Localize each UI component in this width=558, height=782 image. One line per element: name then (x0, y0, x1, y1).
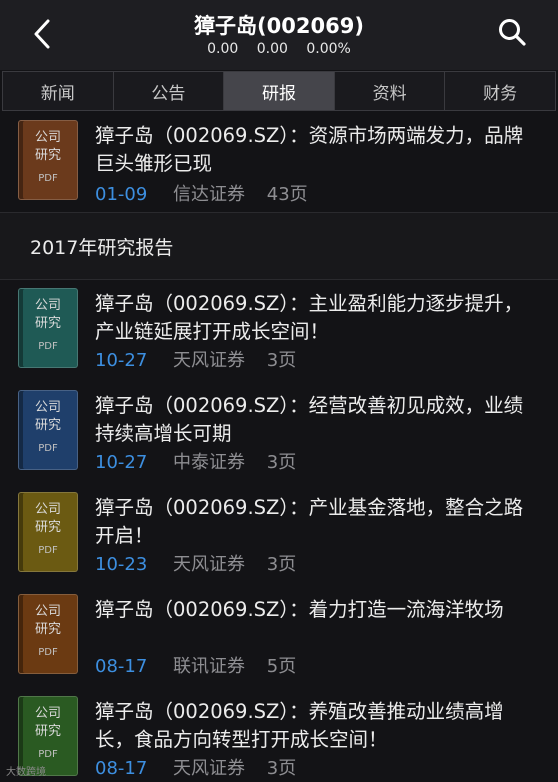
section-title: 2017年研究报告 (30, 237, 174, 259)
report-pages: 3页 (266, 758, 297, 779)
report-pages: 3页 (266, 452, 297, 473)
pdf-report-icon: 公司 研究 PDF (18, 288, 78, 368)
page-title: 獐子岛(002069) (194, 14, 364, 38)
report-pages: 43页 (266, 184, 308, 205)
report-pages: 5页 (266, 656, 297, 677)
search-button[interactable] (494, 14, 530, 50)
watermark-text: 大数跨境 (6, 767, 46, 778)
report-meta: 08-17 联讯证券 5页 (95, 652, 296, 678)
report-item[interactable]: 公司 研究 PDF 獐子岛（002069.SZ）：主业盈利能力逐步提升，产业链延… (0, 282, 558, 382)
report-item[interactable]: 公司 研究 PDF 獐子岛（002069.SZ）：养殖改善推动业绩高增长，食品方… (0, 690, 558, 782)
report-title: 獐子岛（002069.SZ）：着力打造一流海洋牧场 (95, 598, 504, 621)
report-item[interactable]: 公司 研究 PDF 獐子岛（002069.SZ）：经营改善初见成效，业绩持续高增… (0, 384, 558, 484)
report-item[interactable]: 公司 研究 PDF 獐子岛（002069.SZ）：着力打造一流海洋牧场 08-1… (0, 588, 558, 688)
pdf-report-icon: 公司 研究 PDF (18, 120, 78, 200)
change-value: 0.00 (256, 41, 288, 57)
change-pct-value: 0.00% (306, 41, 351, 57)
report-item[interactable]: 公司 研究 PDF 獐子岛（002069.SZ）：资源市场两端发力，品牌巨头雏形… (0, 112, 558, 212)
tab-research[interactable]: 研报 (224, 72, 335, 110)
report-date: 10-27 (95, 452, 148, 473)
report-broker: 联讯证券 (173, 656, 246, 677)
tab-financials[interactable]: 财务 (445, 72, 555, 110)
report-item[interactable]: 公司 研究 PDF 獐子岛（002069.SZ）：产业基金落地，整合之路开启！ … (0, 486, 558, 586)
search-icon (499, 19, 526, 46)
tab-news[interactable]: 新闻 (3, 72, 114, 110)
report-broker: 中泰证券 (173, 452, 246, 473)
report-broker: 天风证券 (173, 350, 246, 371)
pdf-report-icon: 公司 研究 PDF (18, 492, 78, 572)
report-date: 10-23 (95, 554, 148, 575)
report-broker: 信达证券 (173, 184, 246, 205)
report-date: 10-27 (95, 350, 148, 371)
report-meta: 01-09 信达证券 43页 (95, 180, 308, 206)
report-pages: 3页 (266, 350, 297, 371)
section-header: 2017年研究报告 (0, 212, 558, 280)
quote-summary: 0.00 0.00 0.00% (0, 41, 558, 57)
report-meta: 10-27 中泰证券 3页 (95, 448, 296, 474)
report-title: 獐子岛（002069.SZ）：产业基金落地，整合之路开启！ (95, 496, 524, 547)
tab-bar: 新闻 公告 研报 资料 财务 (2, 71, 556, 111)
report-date: 08-17 (95, 758, 148, 779)
price-value: 0.00 (207, 41, 239, 57)
tab-profile[interactable]: 资料 (335, 72, 446, 110)
report-title: 獐子岛（002069.SZ）：资源市场两端发力，品牌巨头雏形已现 (95, 124, 524, 175)
report-title: 獐子岛（002069.SZ）：经营改善初见成效，业绩持续高增长可期 (95, 394, 524, 445)
report-date: 08-17 (95, 656, 148, 677)
report-title: 獐子岛（002069.SZ）：养殖改善推动业绩高增长，食品方向转型打开成长空间！ (95, 700, 504, 751)
report-meta: 08-17 天风证券 3页 (95, 754, 296, 780)
pdf-report-icon: 公司 研究 PDF (18, 390, 78, 470)
pdf-report-icon: 公司 研究 PDF (18, 594, 78, 674)
report-title: 獐子岛（002069.SZ）：主业盈利能力逐步提升，产业链延展打开成长空间！ (95, 292, 524, 343)
report-meta: 10-23 天风证券 3页 (95, 550, 296, 576)
report-broker: 天风证券 (173, 554, 246, 575)
header-bar: 獐子岛(002069) 0.00 0.00 0.00% (0, 0, 558, 70)
report-pages: 3页 (266, 554, 297, 575)
tab-announcements[interactable]: 公告 (114, 72, 225, 110)
report-broker: 天风证券 (173, 758, 246, 779)
report-meta: 10-27 天风证券 3页 (95, 346, 296, 372)
report-date: 01-09 (95, 184, 148, 205)
